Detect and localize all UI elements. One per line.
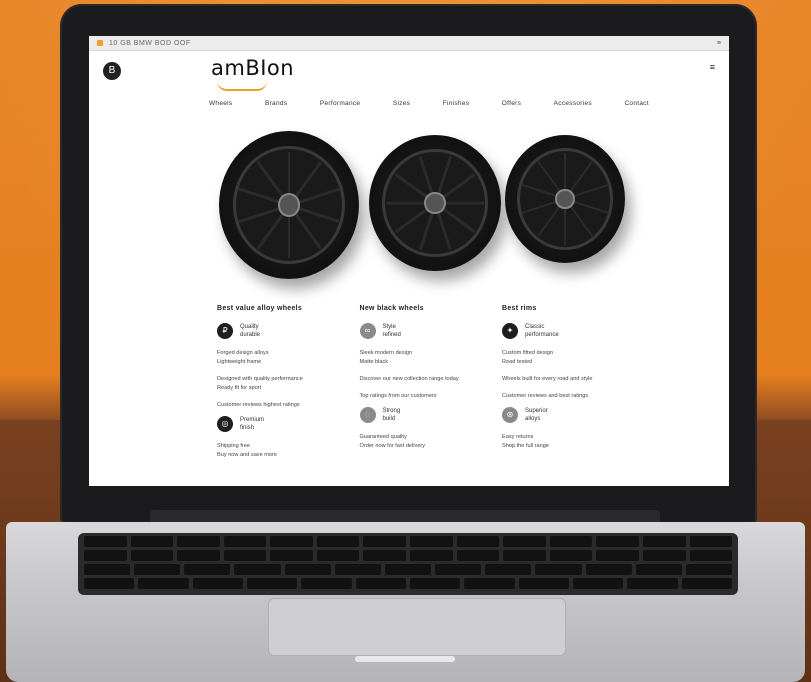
feature-label: Premium [240,417,265,423]
wheel-image[interactable] [369,135,501,271]
column-link[interactable]: Buy now and save more [217,451,352,460]
column-text: Road tested [502,359,533,365]
column-text: Ready fit for sport [217,385,262,391]
column-title[interactable]: New black wheels [360,304,495,313]
feature: ⊛ Superior alloys [502,407,637,423]
feature-icon: ◌ [359,407,376,423]
column-text: Shipping free [217,443,250,449]
column-text: Custom fitted design [502,350,553,356]
site-logo[interactable]: amBIon [211,56,294,80]
feature: ◌ Strong build [359,407,495,423]
column-text: Sleek modern design [359,350,413,356]
feature-sub: finish [240,425,255,431]
column-title[interactable]: Best value alloy wheels [217,304,352,313]
feature-label: Style [382,324,396,330]
browser-menu-icon[interactable]: ≡ [717,40,721,47]
main-nav: Wheels Brands Performance Sizes Finishes… [209,100,649,112]
column-text: Guaranteed quality [359,434,407,440]
nav-item[interactable]: Accessories [554,100,592,112]
product-columns: Best value alloy wheels ₽ Quality durabl… [217,304,637,486]
column-link[interactable]: Order now for fast delivery [360,442,495,451]
account-menu-icon[interactable]: ≡ [710,62,715,72]
nav-item[interactable]: Wheels [209,100,232,112]
browser-url[interactable]: 10 GB BMW BOD OOF [109,40,191,47]
feature-label: Classic [525,324,545,330]
feature-sub: build [382,416,396,422]
feature-label: Strong [382,408,401,414]
feature: ◎ Premium finish [217,416,352,432]
nav-item[interactable]: Offers [502,100,521,112]
column-link[interactable]: Shop the full range [502,442,637,451]
product-column: Best rims ✦ Classic performance Custom f… [502,304,637,486]
laptop-front-notch [355,656,455,662]
column-text: Forged design alloys [217,350,269,356]
feature-sub: durable [240,332,261,338]
trackpad [268,598,566,656]
column-note: Customer reviews highest ratings [217,402,300,408]
feature-icon: ⊛ [502,407,518,423]
wheel-image[interactable] [505,135,625,263]
nav-item[interactable]: Performance [320,100,361,112]
feature-label: Quality [240,324,259,330]
product-column: New black wheels ∞ Style refined Sleek m… [359,304,495,486]
browser-bar: 10 GB BMW BOD OOF ≡ [89,36,729,51]
product-column: Best value alloy wheels ₽ Quality durabl… [217,304,352,486]
feature-sub: performance [525,332,559,338]
nav-item[interactable]: Brands [265,100,287,112]
feature-sub: alloys [525,416,541,422]
column-text: Easy returns [502,434,534,440]
feature: ₽ Quality durable [217,323,352,339]
feature-icon: ∞ [359,323,376,339]
column-text: Designed with quality performance [217,376,303,382]
column-text: Lightweight frame [217,359,262,365]
column-note: Top ratings from our customers [359,393,437,399]
column-text: Matte black [359,359,389,365]
feature: ∞ Style refined [359,323,495,339]
column-note: Customer reviews and best ratings [502,393,589,399]
keyboard [78,533,738,595]
site-badge-icon[interactable]: B [103,62,121,80]
laptop-screen: 10 GB BMW BOD OOF ≡ B amBIon ≡ Wheels Br… [89,36,729,486]
site-header: B amBIon ≡ [89,50,729,98]
feature-icon: ✦ [502,323,518,339]
nav-item[interactable]: Finishes [443,100,470,112]
feature-sub: refined [382,332,401,338]
nav-item[interactable]: Sizes [393,100,410,112]
column-text: Wheels built for every road and style [502,376,593,382]
browser-favicon-icon[interactable] [97,40,103,46]
feature-label: Superior [525,408,548,414]
wheel-image[interactable] [219,131,359,279]
column-text: Discover our new collection range today [359,376,459,382]
column-title[interactable]: Best rims [502,304,637,313]
feature-icon: ◎ [217,416,233,432]
hero-wheels [219,131,629,291]
feature-icon: ₽ [217,323,233,339]
nav-item[interactable]: Contact [624,100,649,112]
feature: ✦ Classic performance [502,323,637,339]
logo-smile-icon [217,81,267,91]
